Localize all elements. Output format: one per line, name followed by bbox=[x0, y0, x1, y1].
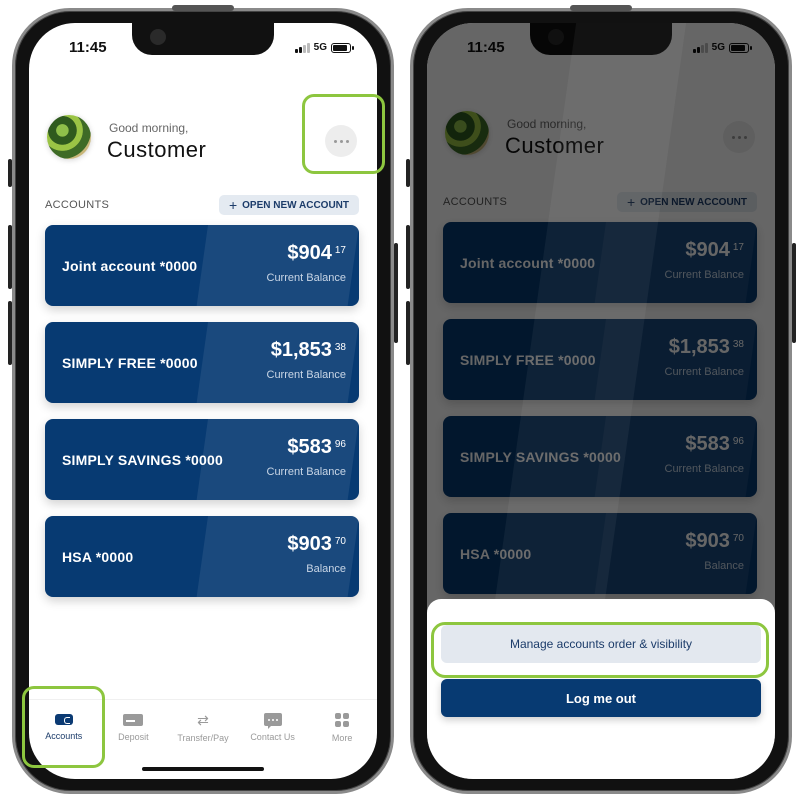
volume-up-button bbox=[8, 225, 12, 289]
balance-label: Current Balance bbox=[266, 369, 347, 381]
highlight-accounts-tab bbox=[22, 686, 105, 768]
plus-icon: + bbox=[228, 197, 238, 213]
balance-dollars: $904 bbox=[287, 242, 332, 264]
tab-transfer-pay[interactable]: ⇄ Transfer/Pay bbox=[168, 700, 238, 755]
tab-more[interactable]: More bbox=[307, 700, 377, 755]
account-balance: $90417 bbox=[287, 242, 346, 265]
volume-down-button bbox=[406, 301, 410, 365]
account-balance: $58396 bbox=[287, 436, 346, 459]
tab-deposit[interactable]: Deposit bbox=[99, 700, 169, 755]
speaker-grille bbox=[172, 5, 234, 11]
balance-dollars: $1,853 bbox=[270, 339, 332, 361]
accounts-header: ACCOUNTS + OPEN NEW ACCOUNT bbox=[45, 195, 359, 217]
account-name: SIMPLY SAVINGS *0000 bbox=[62, 451, 223, 468]
tab-contact-us[interactable]: Contact Us bbox=[238, 700, 308, 755]
chat-icon bbox=[263, 713, 282, 729]
account-card[interactable]: SIMPLY SAVINGS *0000 $583 96 Current Bala… bbox=[45, 419, 359, 500]
open-new-account-label: OPEN NEW ACCOUNT bbox=[242, 199, 349, 211]
account-card[interactable]: Joint account *0000 $904 17 Current Balan… bbox=[45, 225, 359, 306]
avatar[interactable] bbox=[47, 115, 91, 159]
balance-cents: 70 bbox=[334, 536, 346, 547]
mute-switch bbox=[8, 159, 12, 187]
volume-up-button bbox=[406, 225, 410, 289]
account-card[interactable]: HSA *0000 $903 70 Balance bbox=[45, 516, 359, 597]
balance-dollars: $583 bbox=[287, 436, 332, 458]
network-label: 5G bbox=[313, 42, 327, 53]
balance-label: Current Balance bbox=[266, 466, 347, 478]
open-new-account-button[interactable]: + OPEN NEW ACCOUNT bbox=[218, 195, 359, 215]
accounts-label: ACCOUNTS bbox=[45, 199, 110, 211]
highlight-more-button bbox=[302, 94, 385, 174]
balance-cents: 17 bbox=[334, 245, 346, 256]
account-balance: $1,85338 bbox=[271, 339, 346, 362]
grid-icon bbox=[335, 712, 350, 727]
balance-cents: 96 bbox=[334, 439, 346, 450]
account-balance: $90370 bbox=[287, 533, 346, 556]
highlight-manage-button bbox=[431, 622, 769, 678]
account-name: SIMPLY FREE *0000 bbox=[62, 354, 198, 371]
signal-icon bbox=[294, 42, 310, 53]
home-indicator[interactable] bbox=[142, 767, 264, 771]
speaker-grille bbox=[570, 5, 632, 11]
mute-switch bbox=[406, 159, 410, 187]
camera bbox=[150, 29, 166, 45]
account-name: HSA *0000 bbox=[62, 548, 134, 565]
balance-cents: 38 bbox=[334, 342, 346, 353]
notch bbox=[132, 23, 274, 55]
status-indicators: 5G bbox=[294, 42, 354, 53]
account-card[interactable]: SIMPLY FREE *0000 $1,853 38 Current Balan… bbox=[45, 322, 359, 403]
transfer-icon: ⇄ bbox=[197, 711, 209, 728]
volume-down-button bbox=[8, 301, 12, 365]
status-time: 11:45 bbox=[69, 39, 107, 56]
customer-name: Customer bbox=[107, 137, 207, 162]
greeting-text: Good morning, bbox=[109, 121, 189, 135]
tab-label: Contact Us bbox=[250, 732, 295, 742]
logout-button[interactable]: Log me out bbox=[441, 679, 761, 717]
tab-label: More bbox=[331, 732, 353, 743]
deposit-icon bbox=[123, 713, 144, 726]
balance-label: Current Balance bbox=[266, 272, 347, 284]
power-button bbox=[394, 243, 398, 343]
balance-dollars: $903 bbox=[287, 533, 332, 555]
account-name: Joint account *0000 bbox=[62, 257, 198, 274]
battery-icon bbox=[331, 42, 354, 53]
account-list: Joint account *0000 $90417 Current Balan… bbox=[45, 225, 359, 613]
tab-label: Deposit bbox=[118, 731, 149, 742]
balance-label: Balance bbox=[306, 563, 346, 575]
power-button bbox=[792, 243, 796, 343]
tab-label: Transfer/Pay bbox=[177, 732, 229, 743]
